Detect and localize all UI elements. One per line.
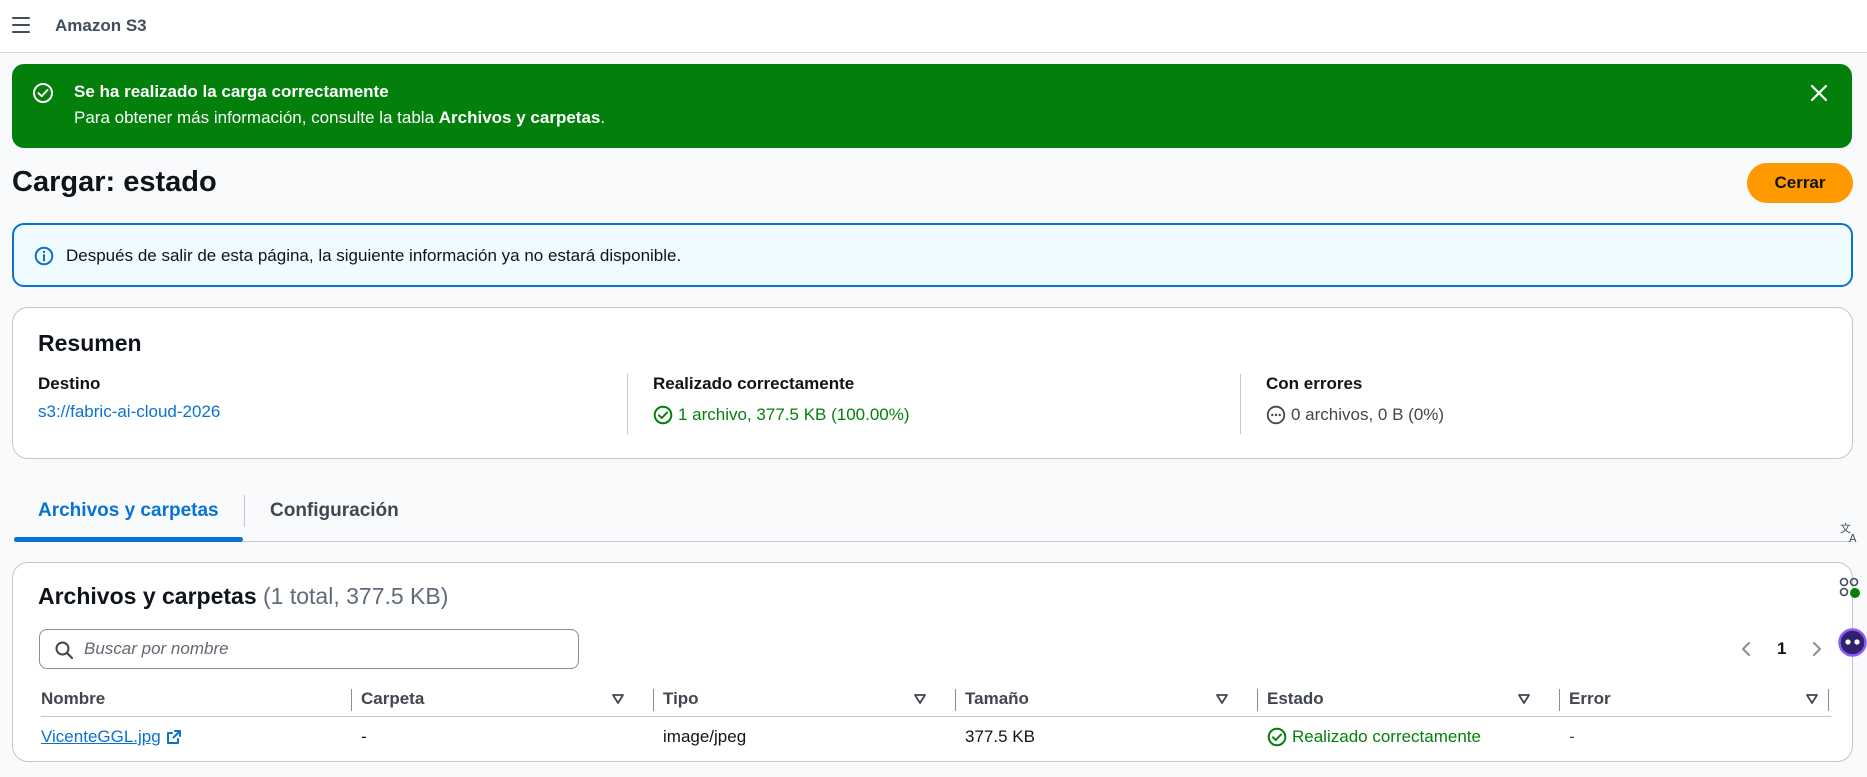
column-resizer[interactable]	[1257, 689, 1258, 711]
summary-container: Resumen Destino s3://fabric-ai-cloud-202…	[12, 307, 1853, 459]
success-label: Realizado correctamente	[653, 374, 855, 393]
info-icon	[34, 246, 54, 266]
search-icon	[55, 641, 74, 660]
column-header-size[interactable]: Tamaño	[965, 681, 1029, 717]
success-flashbar: Se ha realizado la carga correctamente P…	[12, 64, 1852, 148]
close-button[interactable]: Cerrar	[1747, 163, 1853, 203]
search-field[interactable]	[39, 629, 579, 669]
sort-triangle-icon[interactable]	[1215, 692, 1229, 706]
cell-error: -	[1569, 727, 1575, 746]
column-resizer[interactable]	[653, 689, 654, 711]
menu-icon[interactable]	[12, 17, 30, 33]
apps-icon[interactable]	[1838, 576, 1862, 600]
success-column: Realizado correctamente 1 archivo, 377.5…	[653, 374, 910, 434]
column-divider	[1240, 374, 1241, 434]
files-count: (1 total, 377.5 KB)	[263, 583, 449, 609]
page-title: Cargar: estado	[12, 166, 217, 198]
success-status: 1 archivo, 377.5 KB (100.00%)	[653, 405, 910, 425]
external-link-icon	[166, 730, 181, 744]
search-input[interactable]	[84, 638, 564, 660]
info-text: Después de salir de esta página, la sigu…	[66, 246, 682, 265]
translate-icon[interactable]: 文 A	[1838, 520, 1862, 544]
column-header-status[interactable]: Estado	[1267, 681, 1324, 717]
cell-size: 377.5 KB	[965, 727, 1035, 746]
summary-title: Resumen	[38, 330, 142, 356]
info-alert: Después de salir de esta página, la sigu…	[12, 223, 1853, 287]
cell-name: VicenteGGL.jpg	[41, 718, 182, 756]
pagination: 1	[1737, 635, 1826, 663]
chevron-left-icon[interactable]	[1737, 640, 1755, 658]
errors-column: Con errores 0 archivos, 0 B (0%)	[1266, 374, 1444, 434]
cell-status: Realizado correctamente	[1267, 718, 1481, 756]
column-resizer[interactable]	[1828, 689, 1829, 711]
top-navigation: Amazon S3	[0, 0, 1867, 53]
file-link[interactable]: VicenteGGL.jpg	[41, 727, 182, 747]
check-circle-icon	[33, 83, 53, 103]
sort-triangle-icon[interactable]	[1517, 692, 1531, 706]
tab-configuration[interactable]: Configuración	[270, 500, 399, 522]
files-title: Archivos y carpetas (1 total, 377.5 KB)	[38, 583, 449, 609]
sort-triangle-icon[interactable]	[611, 692, 625, 706]
flash-bold-link: Archivos y carpetas	[438, 108, 601, 127]
column-resizer[interactable]	[955, 689, 956, 711]
tabs: Archivos y carpetas Configuración	[14, 490, 1853, 542]
table-row: VicenteGGL.jpg - image/jpeg 377.5 KB Rea…	[41, 718, 1831, 756]
column-header-name[interactable]: Nombre	[41, 681, 105, 717]
sort-triangle-icon[interactable]	[913, 692, 927, 706]
flash-description: Para obtener más información, consulte l…	[74, 108, 606, 127]
check-circle-icon	[653, 405, 673, 425]
sort-triangle-icon[interactable]	[1805, 692, 1819, 706]
chevron-right-icon[interactable]	[1808, 640, 1826, 658]
app-title[interactable]: Amazon S3	[55, 16, 147, 36]
assistant-icon[interactable]	[1838, 628, 1867, 657]
table-header-row: Nombre Carpeta Tipo Tamaño Estado Error	[41, 681, 1831, 717]
errors-status: 0 archivos, 0 B (0%)	[1266, 405, 1444, 425]
destination-label: Destino	[38, 374, 101, 393]
column-header-folder[interactable]: Carpeta	[361, 681, 424, 717]
cell-folder: -	[361, 727, 367, 746]
flash-title: Se ha realizado la carga correctamente	[74, 82, 389, 101]
errors-value: 0 archivos, 0 B (0%)	[1291, 405, 1445, 424]
errors-label: Con errores	[1266, 374, 1363, 393]
page-number[interactable]: 1	[1777, 639, 1786, 659]
destination-column: Destino s3://fabric-ai-cloud-2026	[38, 374, 220, 434]
column-header-error[interactable]: Error	[1569, 681, 1611, 717]
svg-text:A: A	[1849, 532, 1857, 544]
check-circle-icon	[1267, 727, 1287, 747]
column-divider	[627, 374, 628, 434]
cell-type: image/jpeg	[663, 727, 747, 746]
ellipsis-circle-icon	[1266, 405, 1286, 425]
success-value: 1 archivo, 377.5 KB (100.00%)	[678, 405, 910, 424]
tab-files-and-folders[interactable]: Archivos y carpetas	[38, 500, 219, 522]
tab-separator	[244, 495, 245, 527]
active-tab-indicator	[14, 537, 243, 542]
column-resizer[interactable]	[351, 689, 352, 711]
files-table-container: Archivos y carpetas (1 total, 377.5 KB) …	[12, 562, 1853, 762]
column-resizer[interactable]	[1559, 689, 1560, 711]
destination-link[interactable]: s3://fabric-ai-cloud-2026	[38, 402, 220, 422]
column-header-type[interactable]: Tipo	[663, 681, 699, 717]
close-icon[interactable]	[1808, 82, 1830, 104]
